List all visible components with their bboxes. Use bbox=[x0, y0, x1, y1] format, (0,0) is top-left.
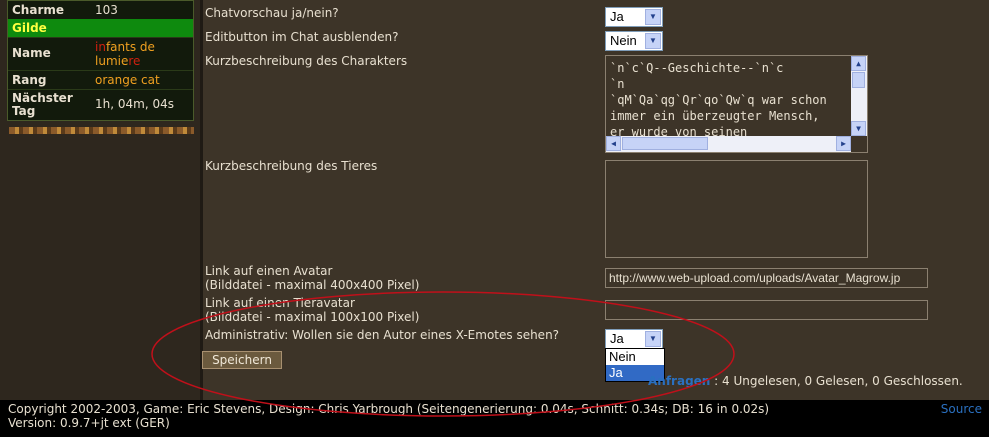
save-button[interactable]: Speichern bbox=[202, 351, 282, 369]
editbutton-select[interactable]: Nein ▼ bbox=[605, 31, 663, 51]
name-value: infants de lumiere bbox=[91, 38, 193, 70]
kurz-tier-textarea[interactable] bbox=[605, 160, 868, 258]
kurz-char-text: `n`c`Q--Geschichte--`n`c `n `qM`Qa`qg`Qr… bbox=[610, 61, 827, 136]
name-part-a: in bbox=[95, 40, 106, 54]
editbutton-label: Editbutton im Chat ausblenden? bbox=[205, 30, 399, 44]
tieravatar-url-input[interactable] bbox=[605, 300, 928, 320]
gilde-header: Gilde bbox=[8, 19, 193, 37]
tieravatar-label: Link auf einen Tieravatar bbox=[205, 296, 355, 310]
scroll-left-icon[interactable]: ◀ bbox=[606, 136, 621, 151]
stats-ornament-border bbox=[9, 127, 194, 134]
avatar-url-input[interactable]: http://www.web-upload.com/uploads/Avatar… bbox=[605, 268, 928, 288]
stats-row-next-day: Nächster Tag 1h, 04m, 04s bbox=[8, 89, 193, 120]
name-part-c: lumie bbox=[95, 54, 129, 68]
avatar-hint: (Bilddatei - maximal 400x400 Pixel) bbox=[205, 278, 420, 292]
column-separator bbox=[200, 0, 203, 400]
chatvorschau-select[interactable]: Ja ▼ bbox=[605, 7, 663, 27]
footer-version: Version: 0.9.7+jt ext (GER) bbox=[8, 416, 170, 430]
source-link[interactable]: Source bbox=[941, 402, 982, 416]
stats-row-charme: Charme 103 bbox=[8, 1, 193, 19]
kurz-char-label: Kurzbeschreibung des Charakters bbox=[205, 54, 408, 68]
charme-value: 103 bbox=[95, 3, 118, 17]
stats-row-name: Name infants de lumiere bbox=[8, 37, 193, 70]
name-part-d: re bbox=[128, 54, 141, 68]
footer-copyright: Copyright 2002-2003, Game: Eric Stevens,… bbox=[8, 402, 770, 416]
admin-label: Administrativ: Wollen sie den Autor eine… bbox=[205, 328, 560, 342]
name-part-b: fants de bbox=[105, 40, 155, 54]
footer: Copyright 2002-2003, Game: Eric Stevens,… bbox=[0, 400, 989, 437]
scroll-up-icon[interactable]: ▲ bbox=[851, 56, 866, 71]
character-stats-box: Charme 103 Gilde Name infants de lumiere… bbox=[7, 0, 194, 121]
editbutton-value: Nein bbox=[610, 33, 637, 48]
scroll-down-icon[interactable]: ▼ bbox=[851, 121, 866, 136]
avatar-label: Link auf einen Avatar bbox=[205, 264, 333, 278]
name-label: Name bbox=[12, 46, 51, 60]
kurz-tier-label: Kurzbeschreibung des Tieres bbox=[205, 159, 378, 173]
chevron-down-icon: ▼ bbox=[645, 33, 661, 49]
scroll-thumb[interactable] bbox=[852, 72, 865, 88]
anfragen-link[interactable]: Anfragen bbox=[648, 374, 710, 388]
admin-select[interactable]: Ja ▼ bbox=[605, 329, 663, 349]
chevron-down-icon: ▼ bbox=[645, 9, 661, 25]
anfragen-status: Anfragen : 4 Ungelesen, 0 Gelesen, 0 Ges… bbox=[648, 374, 963, 388]
chatvorschau-value: Ja bbox=[610, 9, 624, 24]
chevron-down-icon: ▼ bbox=[645, 331, 661, 347]
chatvorschau-label: Chatvorschau ja/nein? bbox=[205, 6, 339, 20]
rang-value: orange cat bbox=[95, 73, 160, 87]
vertical-scrollbar[interactable]: ▲ ▼ bbox=[851, 56, 867, 136]
anfragen-text: : 4 Ungelesen, 0 Gelesen, 0 Geschlossen. bbox=[714, 374, 963, 388]
admin-value: Ja bbox=[610, 331, 624, 346]
rang-label: Rang bbox=[12, 73, 47, 87]
admin-option-nein[interactable]: Nein bbox=[606, 349, 664, 365]
footer-text: Copyright 2002-2003, Game: Eric Stevens,… bbox=[8, 402, 769, 430]
scroll-right-icon[interactable]: ▶ bbox=[836, 136, 851, 151]
kurz-char-textarea[interactable]: `n`c`Q--Geschichte--`n`c `n `qM`Qa`qg`Qr… bbox=[605, 55, 868, 153]
next-day-label: Nächster Tag bbox=[12, 91, 73, 118]
stats-row-rang: Rang orange cat bbox=[8, 70, 193, 89]
tieravatar-hint: (Bilddatei - maximal 100x100 Pixel) bbox=[205, 310, 420, 324]
scroll-thumb-h[interactable] bbox=[622, 137, 708, 150]
horizontal-scrollbar[interactable]: ◀ ▶ bbox=[606, 136, 851, 152]
charme-label: Charme bbox=[12, 3, 65, 17]
next-day-value: 1h, 04m, 04s bbox=[95, 97, 174, 111]
